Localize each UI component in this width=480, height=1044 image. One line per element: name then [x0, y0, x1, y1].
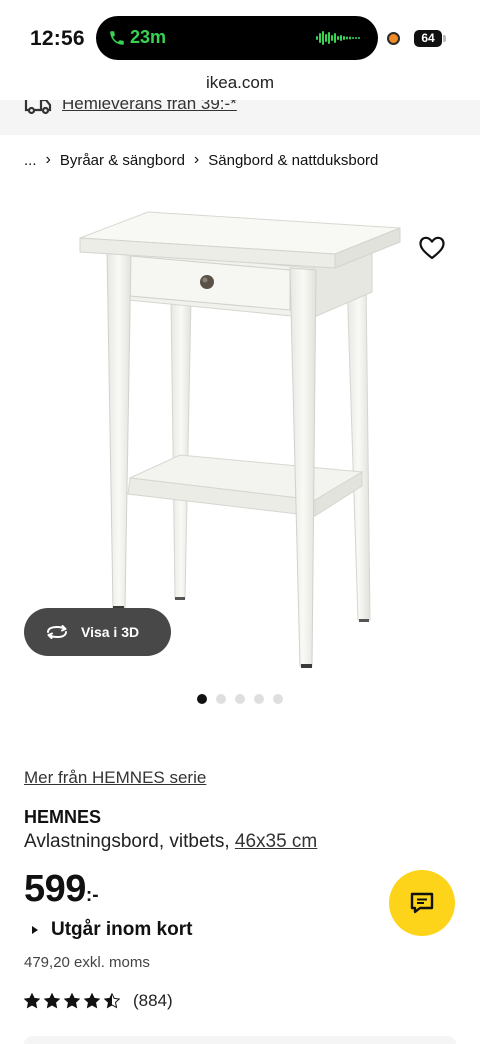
- star-filled-icon: [64, 993, 80, 1009]
- price-amount: 599: [24, 868, 86, 910]
- phase-out-notice[interactable]: Utgår inom kort: [32, 919, 192, 941]
- carousel-dot[interactable]: [216, 694, 226, 704]
- battery-icon: 64: [414, 30, 442, 47]
- rating[interactable]: (884): [24, 991, 173, 1011]
- delivery-truck-icon: [24, 100, 52, 115]
- delivery-banner[interactable]: Hemleverans från 39:-*: [0, 100, 480, 135]
- product-description: Avlastningsbord, vitbets, 46x35 cm: [24, 831, 317, 853]
- review-count: (884): [133, 991, 173, 1010]
- phase-out-text: Utgår inom kort: [51, 919, 193, 940]
- size-link[interactable]: 46x35 cm: [235, 831, 317, 852]
- breadcrumb-item[interactable]: Sängbord & nattduksbord: [208, 152, 378, 169]
- breadcrumb-item[interactable]: Byråar & sängbord: [60, 152, 185, 169]
- status-bar: 12:56 23m 64 ikea.com: [0, 0, 480, 92]
- price-ex-vat: 479,20 exkl. moms: [24, 954, 150, 971]
- delivery-link[interactable]: Hemleverans från 39:-*: [62, 100, 237, 114]
- carousel-pagination[interactable]: [197, 694, 283, 704]
- chat-button[interactable]: [389, 870, 455, 936]
- clock: 12:56: [30, 27, 85, 50]
- carousel-dot[interactable]: [254, 694, 264, 704]
- dynamic-island[interactable]: 23m: [96, 16, 378, 60]
- view-3d-label: Visa i 3D: [81, 624, 140, 640]
- chat-icon: [410, 892, 434, 914]
- price-suffix: :-: [85, 885, 99, 906]
- carousel-dot[interactable]: [273, 694, 283, 704]
- series-link[interactable]: Mer från HEMNES serie: [24, 768, 206, 788]
- call-duration: 23m: [130, 27, 167, 47]
- recording-indicator: [387, 32, 400, 45]
- heart-icon[interactable]: [418, 235, 446, 261]
- next-section-card: [24, 1036, 456, 1044]
- view-3d-button[interactable]: Visa i 3D: [24, 608, 171, 656]
- star-filled-icon: [44, 993, 60, 1009]
- product-image[interactable]: [0, 180, 480, 680]
- product-name: HEMNES: [24, 807, 102, 827]
- address-bar-url[interactable]: ikea.com: [0, 73, 480, 93]
- carousel-dot[interactable]: [235, 694, 245, 704]
- audio-waveform-icon: [316, 31, 360, 45]
- breadcrumb: ... › Byråar & sängbord › Sängbord & nat…: [24, 151, 378, 169]
- call-indicator[interactable]: 23m: [108, 27, 166, 48]
- chevron-right-icon: ›: [45, 151, 51, 168]
- battery-tip: [443, 35, 446, 42]
- star-filled-icon: [84, 993, 100, 1009]
- rotate-3d-icon: [47, 625, 67, 639]
- phone-icon: [110, 30, 124, 45]
- chevron-right-icon: ›: [193, 151, 200, 168]
- star-half-icon: [104, 993, 120, 1009]
- star-filled-icon: [24, 993, 40, 1009]
- price: 599 :-: [24, 868, 99, 911]
- description-text: Avlastningsbord, vitbets,: [24, 831, 230, 852]
- caret-right-icon: [32, 926, 38, 934]
- breadcrumb-item[interactable]: ...: [24, 152, 37, 169]
- carousel-dot[interactable]: [197, 694, 207, 704]
